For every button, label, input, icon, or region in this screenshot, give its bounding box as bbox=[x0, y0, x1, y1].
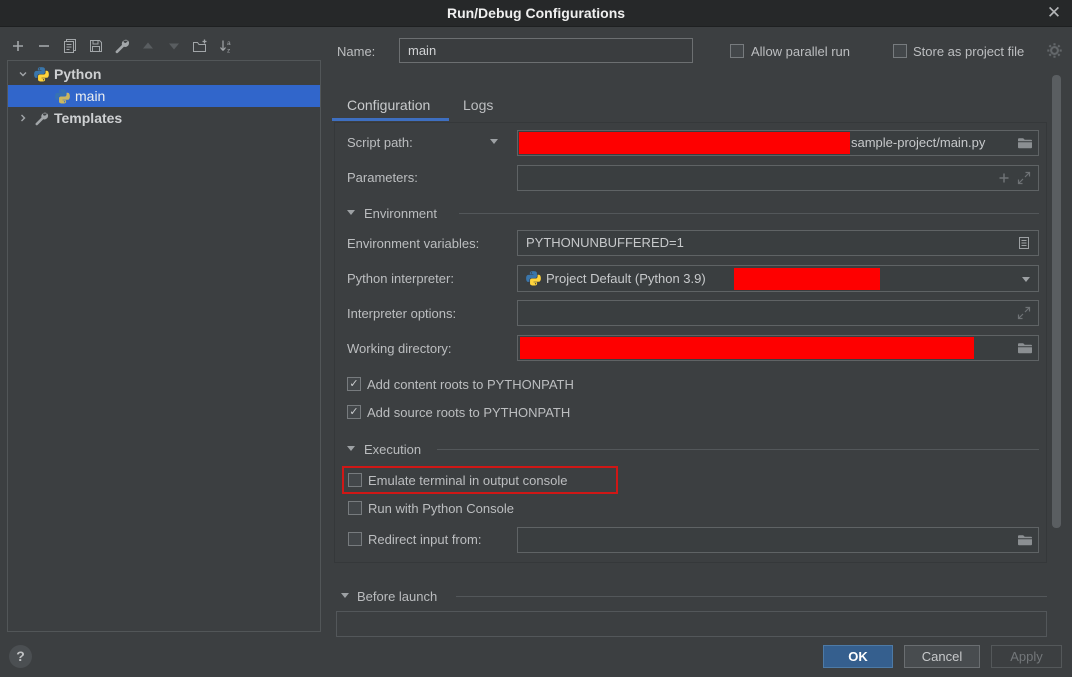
chevron-down-icon[interactable] bbox=[18, 69, 28, 79]
add-source-roots-label: Add source roots to PYTHONPATH bbox=[367, 405, 570, 420]
section-divider bbox=[459, 213, 1039, 214]
sort-configurations-icon[interactable]: az bbox=[218, 38, 234, 54]
emulate-terminal-label: Emulate terminal in output console bbox=[368, 473, 567, 488]
script-path-label: Script path: bbox=[347, 135, 413, 150]
svg-text:a: a bbox=[227, 40, 231, 47]
folder-icon[interactable] bbox=[1017, 532, 1033, 548]
section-divider bbox=[456, 596, 1047, 597]
before-launch-task-list bbox=[336, 611, 1047, 637]
copy-configuration-icon[interactable] bbox=[62, 38, 78, 54]
python-interpreter-label: Python interpreter: bbox=[347, 271, 454, 286]
before-launch-section-label: Before launch bbox=[357, 589, 437, 604]
parameters-input[interactable] bbox=[517, 165, 1039, 191]
tree-item-label: Templates bbox=[54, 110, 122, 126]
tree-item-label: Python bbox=[54, 66, 101, 82]
environment-variables-value: PYTHONUNBUFFERED=1 bbox=[526, 231, 684, 255]
cancel-button[interactable]: Cancel bbox=[904, 645, 980, 668]
name-input[interactable]: main bbox=[399, 38, 693, 63]
add-macro-icon[interactable] bbox=[996, 170, 1012, 186]
move-down-icon[interactable] bbox=[166, 38, 182, 54]
python-interpreter-value: Project Default (Python 3.9) bbox=[546, 266, 706, 291]
script-path-value: sample-project/main.py bbox=[851, 131, 985, 155]
redirect-input-label: Redirect input from: bbox=[368, 532, 481, 547]
python-icon bbox=[34, 67, 49, 82]
interpreter-options-label: Interpreter options: bbox=[347, 306, 456, 321]
redaction-block bbox=[734, 268, 880, 290]
wrench-icon bbox=[34, 111, 49, 126]
python-icon bbox=[526, 271, 541, 286]
add-content-roots-checkbox[interactable]: ✓ bbox=[347, 377, 361, 391]
script-path-input[interactable]: sample-project/main.py bbox=[517, 130, 1039, 156]
tab-logs[interactable]: Logs bbox=[463, 97, 493, 113]
expand-field-icon[interactable] bbox=[1016, 170, 1032, 186]
ok-button[interactable]: OK bbox=[823, 645, 893, 668]
run-with-python-console-checkbox[interactable] bbox=[348, 501, 362, 515]
dialog-titlebar: Run/Debug Configurations ✕ bbox=[0, 0, 1072, 27]
environment-variables-input[interactable]: PYTHONUNBUFFERED=1 bbox=[517, 230, 1039, 256]
chevron-down-icon[interactable] bbox=[1022, 277, 1030, 282]
configurations-toolbar: az bbox=[10, 38, 234, 54]
close-icon[interactable]: ✕ bbox=[1044, 0, 1064, 27]
working-directory-label: Working directory: bbox=[347, 341, 452, 356]
execution-section-label: Execution bbox=[364, 442, 421, 457]
environment-section-collapse-icon[interactable] bbox=[347, 210, 355, 215]
add-configuration-icon[interactable] bbox=[10, 38, 26, 54]
python-interpreter-select[interactable]: Project Default (Python 3.9) bbox=[517, 265, 1039, 292]
tree-item-main[interactable]: main bbox=[8, 85, 320, 107]
execution-section-collapse-icon[interactable] bbox=[347, 446, 355, 451]
store-as-project-file-checkbox[interactable] bbox=[893, 44, 907, 58]
allow-parallel-run-checkbox[interactable] bbox=[730, 44, 744, 58]
list-editor-icon[interactable] bbox=[1016, 235, 1032, 251]
working-directory-input[interactable] bbox=[517, 335, 1039, 361]
apply-button[interactable]: Apply bbox=[991, 645, 1062, 668]
expand-field-icon[interactable] bbox=[1016, 305, 1032, 321]
parameters-label: Parameters: bbox=[347, 170, 418, 185]
environment-section-label: Environment bbox=[364, 206, 437, 221]
before-launch-collapse-icon[interactable] bbox=[341, 593, 349, 598]
redaction-block bbox=[519, 132, 850, 154]
emulate-terminal-checkbox[interactable] bbox=[348, 473, 362, 487]
script-path-chooser-arrow-icon[interactable] bbox=[490, 139, 498, 144]
redirect-input-checkbox[interactable] bbox=[348, 532, 362, 546]
interpreter-options-input[interactable] bbox=[517, 300, 1039, 326]
vertical-scrollbar-thumb[interactable] bbox=[1052, 75, 1061, 528]
environment-variables-label: Environment variables: bbox=[347, 236, 479, 251]
redaction-block bbox=[520, 337, 974, 359]
run-debug-configurations-dialog: Run/Debug Configurations ✕ az Python bbox=[0, 0, 1072, 677]
configurations-tree: Python main Templates bbox=[7, 60, 321, 632]
tree-item-templates[interactable]: Templates bbox=[8, 107, 320, 129]
store-as-project-file-label: Store as project file bbox=[913, 44, 1024, 59]
edit-templates-icon[interactable] bbox=[114, 38, 130, 54]
redirect-input-input[interactable] bbox=[517, 527, 1039, 553]
add-source-roots-checkbox[interactable]: ✓ bbox=[347, 405, 361, 419]
add-content-roots-label: Add content roots to PYTHONPATH bbox=[367, 377, 574, 392]
tree-item-python[interactable]: Python bbox=[8, 63, 320, 85]
save-configuration-icon[interactable] bbox=[88, 38, 104, 54]
active-tab-underline bbox=[332, 118, 449, 121]
chevron-right-icon[interactable] bbox=[18, 113, 28, 123]
name-label: Name: bbox=[337, 44, 375, 59]
remove-configuration-icon[interactable] bbox=[36, 38, 52, 54]
move-up-icon[interactable] bbox=[140, 38, 156, 54]
folder-icon[interactable] bbox=[1017, 340, 1033, 356]
dialog-title: Run/Debug Configurations bbox=[447, 5, 625, 21]
run-with-python-console-label: Run with Python Console bbox=[368, 501, 514, 516]
tab-configuration[interactable]: Configuration bbox=[347, 97, 430, 113]
folder-icon[interactable] bbox=[1017, 135, 1033, 151]
help-button[interactable]: ? bbox=[9, 645, 32, 668]
svg-text:z: z bbox=[227, 48, 230, 55]
section-divider bbox=[437, 449, 1039, 450]
python-icon bbox=[55, 89, 70, 104]
allow-parallel-run-label: Allow parallel run bbox=[751, 44, 850, 59]
new-folder-icon[interactable] bbox=[192, 38, 208, 54]
gear-icon[interactable] bbox=[1046, 42, 1063, 59]
tree-item-label: main bbox=[75, 88, 105, 104]
